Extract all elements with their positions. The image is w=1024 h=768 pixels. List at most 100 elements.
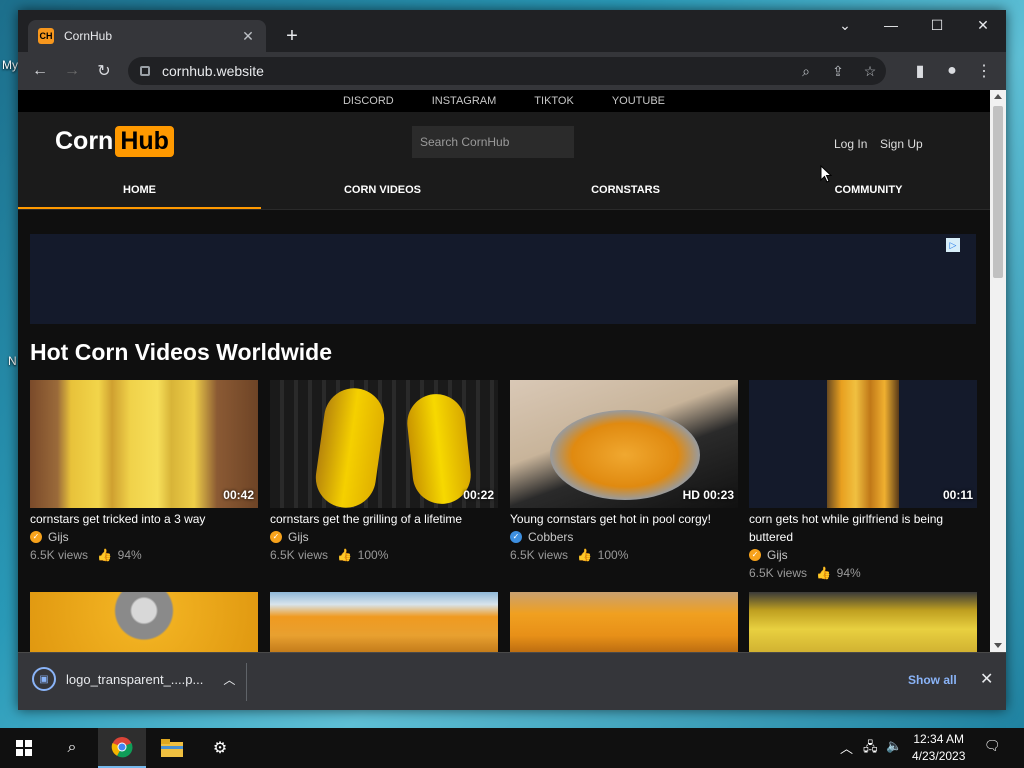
video-author[interactable]: ✓ Gijs <box>30 528 258 546</box>
new-tab-button[interactable]: + <box>280 24 304 48</box>
network-icon[interactable]: 🖧 <box>863 738 878 760</box>
video-thumbnail[interactable]: 00:11 <box>749 380 977 508</box>
search-input[interactable] <box>412 126 574 158</box>
video-stats: 6.5K views 👍 94% <box>30 546 258 564</box>
nav-home[interactable]: HOME <box>18 172 261 209</box>
video-thumbnail[interactable] <box>510 592 738 652</box>
video-duration: 00:22 <box>463 488 494 502</box>
windows-logo-icon <box>16 740 32 756</box>
video-thumbnail[interactable] <box>30 592 258 652</box>
forward-arrow-icon[interactable]: → <box>60 59 84 83</box>
video-card[interactable]: 00:11 corn gets hot while girlfriend is … <box>749 380 977 582</box>
close-downloads-icon[interactable]: ✕ <box>980 669 993 689</box>
menu-kebab-icon[interactable]: ⋮ <box>972 59 996 83</box>
nav-community[interactable]: COMMUNITY <box>747 172 990 209</box>
view-count: 6.5K views <box>270 548 329 562</box>
social-link-tiktok[interactable]: TIKTOK <box>515 90 593 112</box>
thumbs-up-icon: 👍 <box>97 548 113 562</box>
chevron-up-tray-icon[interactable]: ︿ <box>840 738 853 757</box>
view-count: 6.5K views <box>30 548 89 562</box>
tab-search-chevron-icon[interactable]: ⌄ <box>822 10 868 40</box>
minimize-button[interactable]: — <box>868 10 914 40</box>
social-bar: DISCORD INSTAGRAM TIKTOK YOUTUBE <box>18 90 990 112</box>
social-link-youtube[interactable]: YOUTUBE <box>593 90 684 112</box>
video-author[interactable]: ✓ Gijs <box>270 528 498 546</box>
video-thumbnail[interactable]: HD 00:23 <box>510 380 738 508</box>
video-thumbnail[interactable] <box>749 592 977 652</box>
video-author[interactable]: ✓ Cobbers <box>510 528 738 546</box>
video-thumbnail[interactable]: 00:42 <box>30 380 258 508</box>
tab-cornhub[interactable]: CH CornHub ✕ <box>28 20 266 52</box>
video-author[interactable]: ✓ Gijs <box>749 546 977 564</box>
volume-icon[interactable]: 🔈 <box>886 738 902 754</box>
social-link-instagram[interactable]: INSTAGRAM <box>413 90 516 112</box>
video-stats: 6.5K views 👍 100% <box>510 546 738 564</box>
scrollbar-thumb[interactable] <box>993 106 1003 278</box>
video-title[interactable]: Young cornstars get hot in pool corgy! <box>510 510 738 528</box>
video-title[interactable]: cornstars get tricked into a 3 way <box>30 510 258 528</box>
social-link-discord[interactable]: DISCORD <box>324 90 413 112</box>
ad-choices-icon[interactable]: ▷ <box>946 238 960 252</box>
web-page: DISCORD INSTAGRAM TIKTOK YOUTUBE Corn Hu… <box>18 90 990 652</box>
bookmark-star-icon[interactable]: ☆ <box>854 63 886 80</box>
ad-banner[interactable]: ▷ <box>30 234 976 324</box>
notification-icon[interactable]: 🗨 <box>984 738 1001 754</box>
rating-percent: 94% <box>836 566 861 580</box>
search-icon[interactable]: ⌕ <box>48 728 96 768</box>
start-windows-icon[interactable] <box>0 728 48 768</box>
video-card[interactable]: HD 00:23 Young cornstars get hot in pool… <box>510 380 738 564</box>
page-scrollbar[interactable] <box>990 90 1006 652</box>
video-thumbnail[interactable] <box>270 592 498 652</box>
folder-icon <box>161 739 183 757</box>
nav-cornstars[interactable]: CORNSTARS <box>504 172 747 209</box>
video-card[interactable]: 00:42 cornstars get tricked into a 3 way… <box>30 380 258 564</box>
taskbar-clock[interactable]: 12:34 AM 4/23/2023 <box>912 731 965 765</box>
view-count: 6.5K views <box>749 566 808 580</box>
clock-date: 4/23/2023 <box>912 749 966 763</box>
chevron-up-icon[interactable]: ︿ <box>223 671 235 688</box>
verified-check-icon: ✓ <box>510 531 522 543</box>
show-all-button[interactable]: Show all <box>908 673 957 687</box>
author-name: Cobbers <box>528 530 574 544</box>
video-stats: 6.5K views 👍 100% <box>270 546 498 564</box>
thumbs-up-icon: 👍 <box>577 548 593 562</box>
logo-text-corn: Corn <box>55 127 114 155</box>
download-item[interactable]: ▣ logo_transparent_....p... ︿ <box>32 667 235 691</box>
view-count: 6.5K views <box>510 548 569 562</box>
video-thumbnail[interactable]: 00:22 <box>270 380 498 508</box>
video-stats: 6.5K views 👍 94% <box>749 564 977 582</box>
section-title: Hot Corn Videos Worldwide <box>30 339 332 365</box>
address-bar[interactable]: cornhub.website ⌕ ⇪ ☆ <box>128 57 886 85</box>
scroll-down-arrow-icon[interactable] <box>994 643 1002 648</box>
verified-check-icon: ✓ <box>749 549 761 561</box>
verified-check-icon: ✓ <box>270 531 282 543</box>
maximize-button[interactable]: ☐ <box>914 10 960 40</box>
author-name: Gijs <box>48 530 69 544</box>
login-link[interactable]: Log In <box>834 137 867 151</box>
scroll-up-arrow-icon[interactable] <box>994 94 1002 99</box>
share-icon[interactable]: ⇪ <box>822 63 854 80</box>
site-header: Corn Hub Log In Sign Up <box>18 112 990 172</box>
tab-close-icon[interactable]: ✕ <box>240 28 256 45</box>
video-title[interactable]: cornstars get the grilling of a lifetime <box>270 510 498 528</box>
video-card[interactable]: 00:22 cornstars get the grilling of a li… <box>270 380 498 564</box>
main-nav: HOME CORN VIDEOS CORNSTARS COMMUNITY <box>18 172 990 210</box>
file-explorer-icon[interactable] <box>148 728 196 768</box>
video-title[interactable]: corn gets hot while girlfriend is being … <box>749 510 977 546</box>
profile-icon[interactable]: ● <box>940 59 964 83</box>
author-name: Gijs <box>288 530 309 544</box>
reload-icon[interactable]: ↻ <box>92 59 116 83</box>
nav-corn-videos[interactable]: CORN VIDEOS <box>261 172 504 209</box>
chrome-taskbar-icon[interactable] <box>98 728 146 768</box>
signup-link[interactable]: Sign Up <box>880 137 923 151</box>
side-panel-icon[interactable]: ▮ <box>908 59 932 83</box>
url-text: cornhub.website <box>162 63 264 79</box>
zoom-search-icon[interactable]: ⌕ <box>790 63 822 80</box>
rating-percent: 94% <box>117 548 142 562</box>
back-arrow-icon[interactable]: ← <box>28 59 52 83</box>
clock-time: 12:34 AM <box>913 732 965 746</box>
close-window-button[interactable]: ✕ <box>960 10 1006 40</box>
browser-toolbar: ← → ↻ cornhub.website ⌕ ⇪ ☆ ▮ ● ⋮ <box>18 52 1006 90</box>
site-logo[interactable]: Corn Hub <box>55 126 174 157</box>
settings-gear-icon[interactable]: ⚙ <box>196 728 244 768</box>
